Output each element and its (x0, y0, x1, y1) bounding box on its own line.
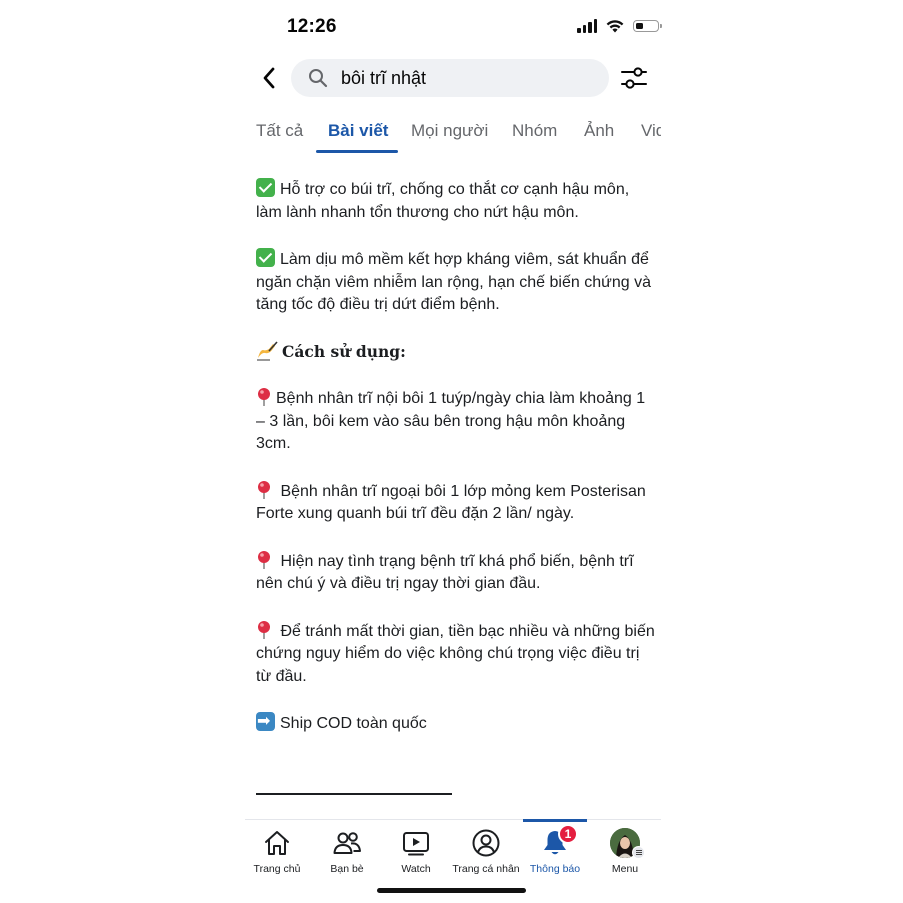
battery-level (636, 22, 643, 29)
tab-groups[interactable]: Nhóm (512, 121, 557, 141)
nav-menu[interactable]: Menu (590, 820, 660, 880)
search-input[interactable]: bôi trĩ nhật (291, 59, 609, 97)
watch-video-icon (403, 832, 429, 856)
round-pushpin-icon (258, 480, 270, 499)
status-icons (577, 18, 662, 33)
cellular-signal-icon (577, 18, 597, 33)
post-text: Làm dịu mô mềm kết hợp kháng viêm, sát k… (256, 251, 651, 313)
home-indicator (377, 888, 526, 893)
tab-posts[interactable]: Bài viết (328, 121, 388, 141)
search-query: bôi trĩ nhật (341, 67, 427, 88)
nav-watch[interactable]: Watch (381, 820, 451, 880)
search-tabs: Tất cả Bài viết Mọi người Nhóm Ảnh Video (245, 118, 661, 154)
post-text: Ship COD toàn quốc (280, 715, 427, 732)
round-pushpin-icon (258, 550, 270, 569)
post-text: Cách sử dụng: (282, 341, 406, 361)
back-button[interactable] (255, 62, 283, 94)
tab-people[interactable]: Mọi người (411, 121, 488, 141)
post-heading: Cách sử dụng: (256, 340, 656, 364)
nav-profile[interactable]: Trang cá nhân (451, 820, 521, 880)
check-mark-icon (256, 178, 275, 197)
tab-videos[interactable]: Video (641, 121, 661, 141)
battery-icon (633, 19, 662, 32)
nav-friends-label: Bạn bè (330, 863, 364, 875)
post-text: Bệnh nhân trĩ ngoại bôi 1 lớp mỏng kem P… (256, 482, 646, 523)
post-paragraph: Bệnh nhân trĩ ngoại bôi 1 lớp mỏng kem P… (256, 480, 656, 526)
post-text: Hỗ trợ co búi trĩ, chống co thắt cơ cạnh… (256, 181, 630, 221)
nav-profile-label: Trang cá nhân (452, 863, 520, 875)
nav-friends[interactable]: Bạn bè (312, 820, 382, 880)
tab-all[interactable]: Tất cả (256, 121, 303, 141)
nav-home[interactable]: Trang chủ (242, 820, 312, 880)
friends-icon (333, 832, 361, 854)
post-body: Hỗ trợ co búi trĩ, chống co thắt cơ cạnh… (256, 178, 656, 760)
round-pushpin-icon (258, 620, 270, 639)
active-tab-indicator (316, 150, 398, 153)
right-arrow-icon (256, 710, 275, 732)
post-paragraph: Bệnh nhân trĩ nội bôi 1 tuýp/ngày chia l… (256, 387, 656, 456)
post-divider (256, 793, 452, 795)
notification-badge: 1 (558, 824, 578, 844)
tab-photos[interactable]: Ảnh (584, 121, 614, 141)
round-pushpin-icon (258, 388, 270, 406)
post-text: Để tránh mất thời gian, tiền bạc nhiều v… (256, 622, 655, 685)
home-icon (265, 831, 289, 855)
post-text: Bệnh nhân trĩ nội bôi 1 tuýp/ngày chia l… (256, 390, 646, 452)
filter-sliders-icon (621, 67, 647, 89)
post-paragraph: Để tránh mất thời gian, tiền bạc nhiều v… (256, 620, 656, 689)
search-icon (308, 68, 328, 88)
hamburger-icon (632, 846, 645, 859)
check-mark-icon (256, 248, 275, 267)
chevron-left-icon (263, 67, 275, 89)
profile-icon (472, 829, 500, 857)
post-paragraph: Hiện nay tình trạng bệnh trĩ khá phổ biế… (256, 550, 656, 596)
nav-notifications[interactable]: 1 Thông báo (520, 820, 590, 880)
nav-watch-label: Watch (401, 863, 431, 875)
nav-menu-label: Menu (611, 863, 639, 875)
nav-home-label: Trang chủ (253, 863, 301, 875)
filter-button[interactable] (619, 64, 649, 92)
post-paragraph: Hỗ trợ co búi trĩ, chống co thắt cơ cạnh… (256, 178, 656, 224)
bottom-navigation: Trang chủ Bạn bè Watch Trang cá nhân 1 T… (245, 820, 661, 880)
nav-notifications-label: Thông báo (529, 863, 581, 875)
phone-screen: 12:26 bôi trĩ nhật Tất cả Bài viết Mọi n… (245, 0, 662, 903)
post-text: Hiện nay tình trạng bệnh trĩ khá phổ biế… (256, 552, 634, 593)
post-paragraph: Làm dịu mô mềm kết hợp kháng viêm, sát k… (256, 248, 656, 317)
writing-hand-icon (257, 340, 278, 360)
wifi-icon (606, 20, 624, 33)
status-time: 12:26 (287, 16, 337, 37)
post-paragraph: Ship COD toàn quốc (256, 710, 656, 736)
